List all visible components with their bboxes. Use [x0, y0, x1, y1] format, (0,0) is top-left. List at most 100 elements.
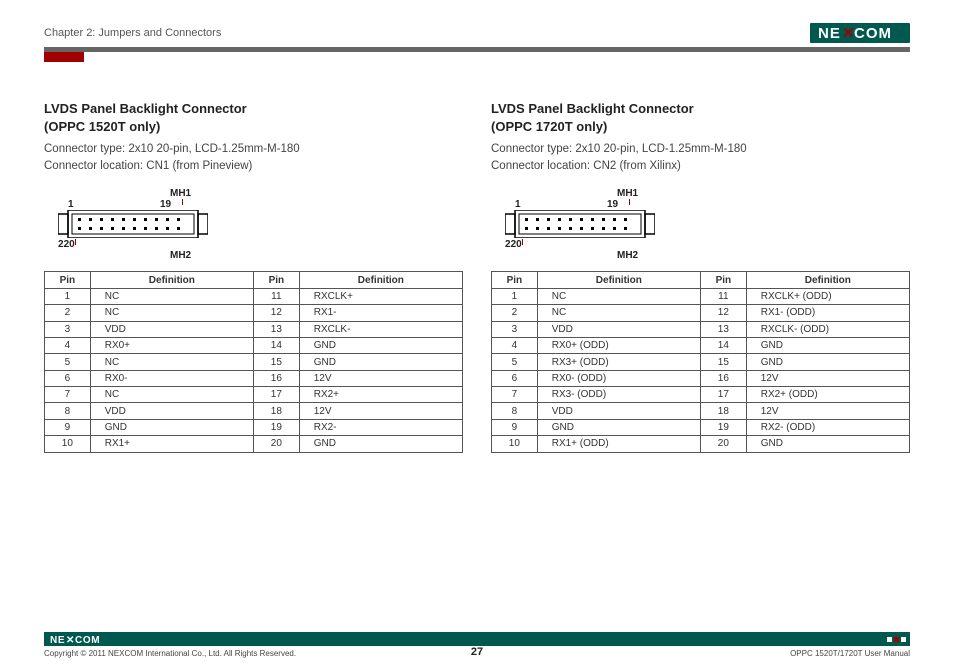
main-content: LVDS Panel Backlight Connector (OPPC 152… [44, 100, 910, 453]
cell-def: GND [746, 436, 909, 452]
table-header-row: Pin Definition Pin Definition [492, 272, 910, 288]
left-info: Connector type: 2x10 20-pin, LCD-1.25mm-… [44, 141, 463, 174]
header-rule [44, 47, 910, 52]
cell-pin: 14 [254, 337, 300, 353]
cell-def: RX0- [90, 370, 253, 386]
cell-pin: 4 [45, 337, 91, 353]
cell-def: RX3+ (ODD) [537, 354, 700, 370]
table-row: 7RX3- (ODD)17RX2+ (ODD) [492, 387, 910, 403]
cell-pin: 17 [701, 387, 747, 403]
cell-def: RX0- (ODD) [537, 370, 700, 386]
svg-text:✕: ✕ [842, 25, 855, 41]
cell-def: RX2+ (ODD) [746, 387, 909, 403]
cell-def: RXCLK+ [299, 288, 462, 304]
footer-nexcom-logo: NE ✕ COM [50, 634, 112, 645]
cell-pin: 16 [254, 370, 300, 386]
right-section: LVDS Panel Backlight Connector (OPPC 172… [491, 100, 910, 453]
th-def: Definition [90, 272, 253, 288]
cell-pin: 2 [45, 305, 91, 321]
cell-def: VDD [537, 403, 700, 419]
th-pin: Pin [701, 272, 747, 288]
left-title-line1: LVDS Panel Backlight Connector [44, 100, 463, 118]
right-label-pin19: 19 [607, 199, 629, 210]
table-row: 10RX1+ (ODD)20GND [492, 436, 910, 452]
right-label-mh1: MH1 [617, 188, 638, 199]
cell-def: NC [537, 288, 700, 304]
table-row: 9GND19RX2- (ODD) [492, 419, 910, 435]
cell-pin: 5 [45, 354, 91, 370]
cell-pin: 2 [492, 305, 538, 321]
cell-pin: 20 [701, 436, 747, 452]
table-header-row: Pin Definition Pin Definition [45, 272, 463, 288]
svg-text:NE: NE [818, 25, 841, 41]
cell-pin: 16 [701, 370, 747, 386]
footer-squares-icon [887, 637, 906, 642]
table-row: 5NC15GND [45, 354, 463, 370]
connector-icon [58, 210, 208, 238]
table-row: 9GND19RX2- [45, 419, 463, 435]
cell-pin: 19 [701, 419, 747, 435]
cell-pin: 11 [254, 288, 300, 304]
th-def: Definition [746, 272, 909, 288]
left-table-body: 1NC11RXCLK+2NC12RX1-3VDD13RXCLK-4RX0+14G… [45, 288, 463, 452]
cell-pin: 13 [701, 321, 747, 337]
copyright-text: Copyright © 2011 NEXCOM International Co… [44, 649, 296, 658]
connector-icon [505, 210, 655, 238]
cell-pin: 7 [492, 387, 538, 403]
cell-def: VDD [537, 321, 700, 337]
cell-pin: 3 [45, 321, 91, 337]
tick-icon [75, 239, 76, 245]
right-label-pin1: 1 [515, 199, 535, 210]
cell-def: GND [746, 337, 909, 353]
table-row: 7NC17RX2+ [45, 387, 463, 403]
cell-pin: 5 [492, 354, 538, 370]
cell-def: NC [90, 288, 253, 304]
red-tab-accent [44, 52, 84, 62]
cell-def: RX1+ [90, 436, 253, 452]
table-row: 2NC12RX1- [45, 305, 463, 321]
left-pin-table: Pin Definition Pin Definition 1NC11RXCLK… [44, 271, 463, 452]
left-title-line2: (OPPC 1520T only) [44, 118, 463, 136]
right-info-line1: Connector type: 2x10 20-pin, LCD-1.25mm-… [491, 141, 910, 158]
left-label-mh2: MH2 [170, 250, 191, 261]
table-row: 8VDD1812V [492, 403, 910, 419]
cell-def: GND [299, 354, 462, 370]
left-label-pin20: 20 [64, 239, 75, 250]
cell-def: NC [90, 305, 253, 321]
right-title-line2: (OPPC 1720T only) [491, 118, 910, 136]
tick-icon [522, 239, 523, 245]
cell-def: GND [90, 419, 253, 435]
cell-def: 12V [746, 370, 909, 386]
table-row: 3VDD13RXCLK- (ODD) [492, 321, 910, 337]
cell-def: 12V [299, 403, 462, 419]
th-pin: Pin [492, 272, 538, 288]
cell-def: RX2+ [299, 387, 462, 403]
cell-pin: 3 [492, 321, 538, 337]
left-connector-diagram: MH1 1 19 [58, 188, 463, 261]
cell-def: VDD [90, 403, 253, 419]
table-row: 3VDD13RXCLK- [45, 321, 463, 337]
cell-def: 12V [299, 370, 462, 386]
left-label-pin19: 19 [160, 199, 182, 210]
table-row: 8VDD1812V [45, 403, 463, 419]
cell-pin: 1 [45, 288, 91, 304]
cell-def: NC [90, 354, 253, 370]
cell-def: RX0+ (ODD) [537, 337, 700, 353]
cell-def: RX2- [299, 419, 462, 435]
right-title-line1: LVDS Panel Backlight Connector [491, 100, 910, 118]
svg-text:✕: ✕ [66, 635, 74, 645]
cell-pin: 9 [492, 419, 538, 435]
table-row: 10RX1+20GND [45, 436, 463, 452]
right-label-pin20: 20 [511, 239, 522, 250]
cell-def: RX1+ (ODD) [537, 436, 700, 452]
right-table-body: 1NC11RXCLK+ (ODD)2NC12RX1- (ODD)3VDD13RX… [492, 288, 910, 452]
cell-pin: 20 [254, 436, 300, 452]
cell-def: GND [537, 419, 700, 435]
cell-pin: 18 [254, 403, 300, 419]
cell-def: RX1- [299, 305, 462, 321]
right-info: Connector type: 2x10 20-pin, LCD-1.25mm-… [491, 141, 910, 174]
cell-pin: 12 [701, 305, 747, 321]
page-number: 27 [471, 646, 483, 658]
right-info-line2: Connector location: CN2 (from Xilinx) [491, 158, 910, 175]
page-header: Chapter 2: Jumpers and Connectors NE ✕ C… [44, 22, 910, 44]
